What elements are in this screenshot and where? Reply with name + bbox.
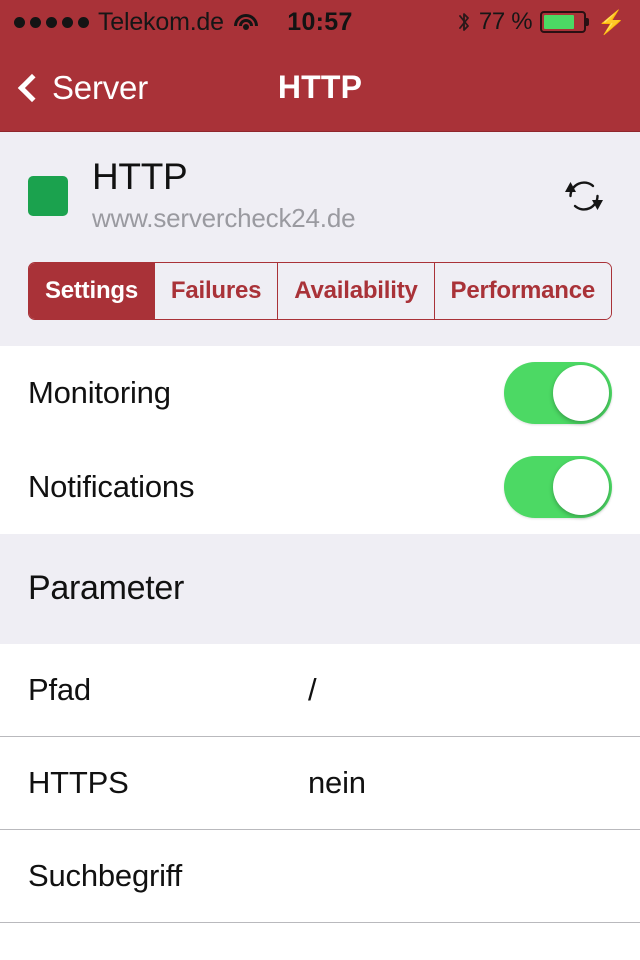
carrier-label: Telekom.de	[98, 7, 224, 36]
status-bar: Telekom.de 10:57 77 % ⚡	[0, 0, 640, 44]
service-text: HTTP www.servercheck24.de	[92, 156, 556, 234]
row-label-monitoring: Monitoring	[28, 374, 171, 410]
status-bar-right: 77 % ⚡	[457, 8, 626, 36]
monitoring-toggle[interactable]	[504, 361, 612, 424]
signal-strength-dots	[14, 16, 89, 28]
wifi-icon	[233, 12, 259, 32]
battery-icon	[540, 11, 590, 33]
app-screen: Telekom.de 10:57 77 % ⚡ Server HTTP HTTP…	[0, 0, 640, 960]
tabs-bottom-spacer	[0, 319, 640, 346]
service-header-block: HTTP www.servercheck24.de Settings Failu…	[0, 132, 640, 346]
row-notifications[interactable]: Notifications	[0, 439, 640, 534]
param-label-suchbegriff: Suchbegriff	[28, 857, 183, 893]
service-header: HTTP www.servercheck24.de	[0, 132, 640, 240]
signal-dot	[62, 16, 73, 28]
toggles-section: Monitoring Notifications	[0, 345, 640, 534]
row-monitoring[interactable]: Monitoring	[0, 345, 640, 440]
signal-dot	[78, 16, 89, 28]
parameter-section-header: Parameter	[0, 533, 640, 644]
back-button-label: Server	[52, 68, 148, 106]
param-value-pfad: /	[308, 671, 317, 707]
status-bar-left: Telekom.de	[14, 7, 259, 36]
param-row-pfad[interactable]: Pfad /	[0, 643, 640, 737]
service-host: www.servercheck24.de	[92, 202, 356, 233]
row-label-notifications: Notifications	[28, 468, 195, 504]
notifications-toggle[interactable]	[504, 455, 612, 518]
toggle-knob	[553, 458, 609, 515]
chevron-left-icon	[17, 73, 47, 102]
tab-failures[interactable]: Failures	[153, 262, 278, 319]
clock-label: 10:57	[287, 7, 353, 36]
service-name: HTTP	[92, 156, 188, 197]
tab-settings[interactable]: Settings	[29, 262, 154, 319]
param-row-suchbegriff[interactable]: Suchbegriff	[0, 829, 640, 923]
battery-percent-label: 77 %	[478, 8, 533, 35]
status-square-icon	[28, 175, 68, 216]
param-label-https: HTTPS	[28, 764, 129, 800]
param-value-https: nein	[308, 764, 366, 800]
toggle-knob	[553, 364, 609, 421]
parameter-section-title: Parameter	[28, 569, 185, 608]
navigation-bar: Server HTTP	[0, 44, 640, 132]
signal-dot	[46, 16, 57, 28]
segmented-control[interactable]: Settings Failures Availability Performan…	[28, 261, 612, 320]
param-row-https[interactable]: HTTPS nein	[0, 736, 640, 830]
signal-dot	[14, 16, 25, 28]
tab-performance[interactable]: Performance	[433, 262, 611, 319]
bluetooth-icon	[457, 11, 471, 33]
refresh-button[interactable]	[556, 168, 612, 224]
parameter-list: Pfad / HTTPS nein Suchbegriff	[0, 643, 640, 923]
signal-dot	[30, 16, 41, 28]
lightning-bolt-icon: ⚡	[597, 8, 626, 35]
tab-availability[interactable]: Availability	[277, 262, 434, 319]
refresh-icon	[565, 181, 603, 211]
param-label-pfad: Pfad	[28, 671, 91, 707]
back-button[interactable]: Server	[16, 69, 148, 107]
